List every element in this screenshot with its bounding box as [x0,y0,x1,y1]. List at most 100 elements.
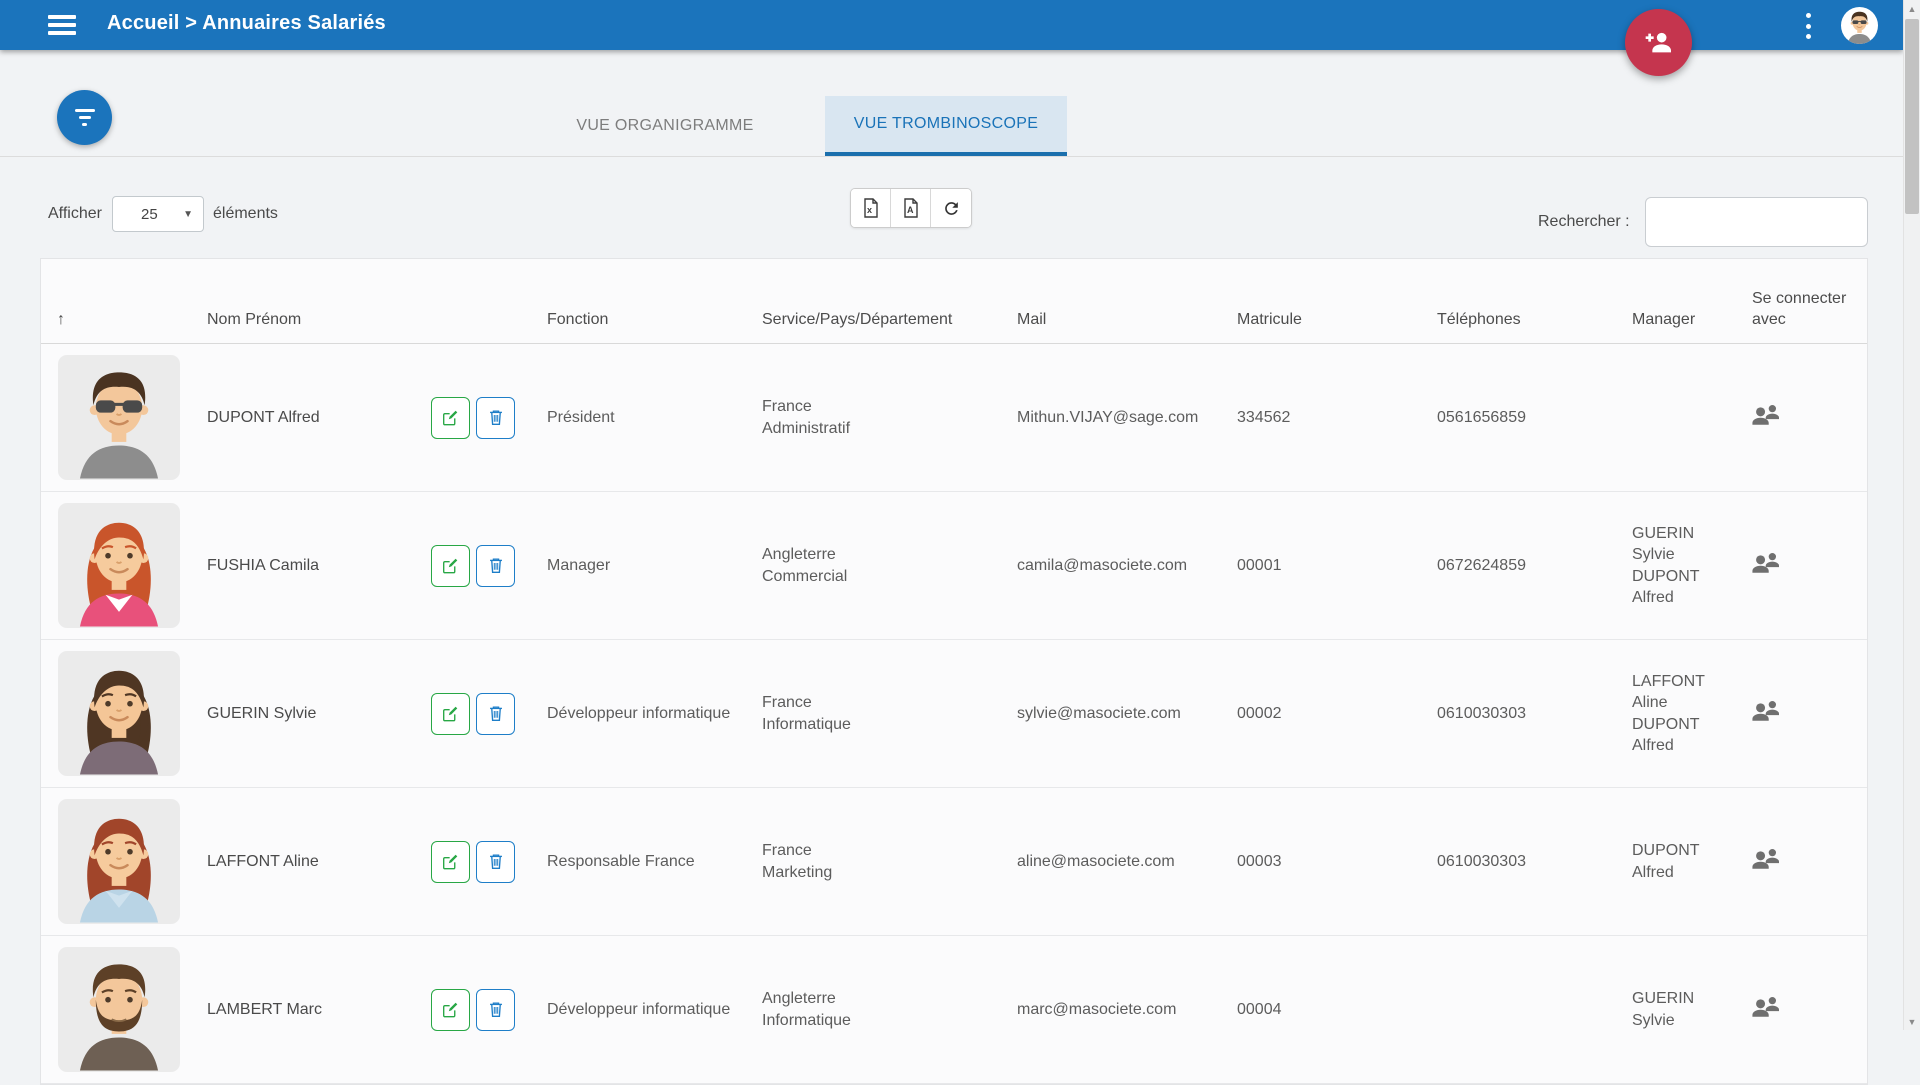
employee-fonction: Responsable France [531,851,746,872]
connect-as-button[interactable] [1752,698,1782,722]
employee-matricule: 334562 [1221,407,1421,428]
row-actions [426,693,531,735]
refresh-button[interactable] [931,189,971,227]
trash-icon [488,1001,504,1018]
column-header-fonction[interactable]: Fonction [531,310,746,343]
tab-vue-trombinoscope[interactable]: VUE TROMBINOSCOPE [825,96,1067,156]
employee-manager: LAFFONT AlineDUPONT Alfred [1616,671,1736,755]
employee-name: LAFFONT Aline [191,851,426,872]
employee-telephones: 0561656859 [1421,407,1616,428]
employee-table: ↑ Nom Prénom Fonction Service/Pays/Dépar… [40,258,1868,1085]
menu-icon[interactable] [48,15,76,35]
tab-vue-organigramme[interactable]: VUE ORGANIGRAMME [545,96,785,156]
edit-pencil-icon [442,1001,459,1018]
sort-ascending-icon[interactable]: ↑ [41,310,191,343]
employee-manager: GUERIN Sylvie [1616,988,1736,1030]
employee-fonction: Manager [531,555,746,576]
employee-fonction: Président [531,407,746,428]
employee-photo [41,503,191,628]
trash-icon [488,409,504,426]
employee-fonction: Développeur informatique [531,703,746,724]
page-length-select[interactable]: 25 ▼ [112,196,204,232]
row-actions [426,989,531,1031]
column-header-service[interactable]: Service/Pays/Département [746,310,1001,343]
people-icon [1752,698,1782,722]
chevron-down-icon: ▼ [183,209,193,220]
employee-name: DUPONT Alfred [191,407,426,428]
people-icon [1752,994,1782,1018]
export-pdf-button[interactable]: A [891,189,931,227]
employee-matricule: 00001 [1221,555,1421,576]
kebab-menu-icon[interactable] [1800,13,1816,39]
people-icon [1752,550,1782,574]
trash-icon [488,557,504,574]
table-row: LAFFONT Aline Responsable France FranceM… [41,788,1867,936]
connect-as-button[interactable] [1752,846,1782,870]
connect-as-button[interactable] [1752,550,1782,574]
delete-button[interactable] [476,397,515,439]
connect-as-cell [1736,994,1867,1024]
edit-button[interactable] [431,545,470,587]
add-employee-button[interactable] [1625,9,1692,76]
edit-pencil-icon [442,853,459,870]
connect-as-button[interactable] [1752,994,1782,1018]
connect-as-cell [1736,550,1867,580]
export-toolbar: x A [850,188,972,228]
page-length-label-before: Afficher [48,205,102,223]
refresh-icon [942,199,961,218]
table-row: FUSHIA Camila Manager AngleterreCommerci… [41,492,1867,640]
connect-as-cell [1736,698,1867,728]
employee-fonction: Développeur informatique [531,999,746,1020]
column-header-telephones[interactable]: Téléphones [1421,310,1616,343]
edit-button[interactable] [431,841,470,883]
people-icon [1752,846,1782,870]
employee-telephones: 0610030303 [1421,703,1616,724]
breadcrumb: Accueil > Annuaires Salariés [107,12,386,35]
connect-as-button[interactable] [1752,402,1782,426]
employee-mail: aline@masociete.com [1001,851,1221,872]
row-actions [426,545,531,587]
employee-telephones: 0610030303 [1421,851,1616,872]
table-row: GUERIN Sylvie Développeur informatique F… [41,640,1867,788]
export-excel-button[interactable]: x [851,189,891,227]
person-add-icon [1643,27,1675,59]
column-header-nom-prenom[interactable]: Nom Prénom [191,310,426,343]
employee-telephones: 0672624859 [1421,555,1616,576]
column-header-matricule[interactable]: Matricule [1221,310,1421,343]
table-row: DUPONT Alfred Président FranceAdministra… [41,344,1867,492]
vertical-scrollbar[interactable]: ▲ ▼ [1903,0,1920,1030]
tab-bar: VUE ORGANIGRAMME VUE TROMBINOSCOPE [0,96,1903,157]
user-avatar[interactable] [1841,7,1878,44]
scroll-up-arrow[interactable]: ▲ [1904,0,1920,17]
column-header-se-connecter-avec[interactable]: Se connecter avec [1736,289,1867,343]
edit-button[interactable] [431,989,470,1031]
column-header-manager[interactable]: Manager [1616,310,1736,343]
edit-pencil-icon [442,557,459,574]
edit-button[interactable] [431,693,470,735]
scroll-down-arrow[interactable]: ▼ [1904,1013,1920,1030]
employee-photo [41,947,191,1072]
employee-service: AngleterreInformatique [746,988,1001,1030]
search-input[interactable] [1645,197,1868,247]
delete-button[interactable] [476,989,515,1031]
column-header-mail[interactable]: Mail [1001,310,1221,343]
edit-pencil-icon [442,409,459,426]
scrollbar-thumb[interactable] [1905,19,1919,214]
employee-name: FUSHIA Camila [191,555,426,576]
delete-button[interactable] [476,545,515,587]
delete-button[interactable] [476,693,515,735]
edit-button[interactable] [431,397,470,439]
pdf-file-icon: A [902,198,920,218]
svg-text:A: A [907,205,914,215]
employee-mail: sylvie@masociete.com [1001,703,1221,724]
page-length-value: 25 [141,206,158,223]
svg-text:x: x [867,205,872,215]
delete-button[interactable] [476,841,515,883]
employee-service: FranceMarketing [746,840,1001,882]
people-icon [1752,402,1782,426]
employee-photo [41,355,191,480]
page-length-label-after: éléments [213,205,278,223]
trash-icon [488,853,504,870]
employee-manager: DUPONT Alfred [1616,840,1736,882]
employee-name: GUERIN Sylvie [191,703,426,724]
